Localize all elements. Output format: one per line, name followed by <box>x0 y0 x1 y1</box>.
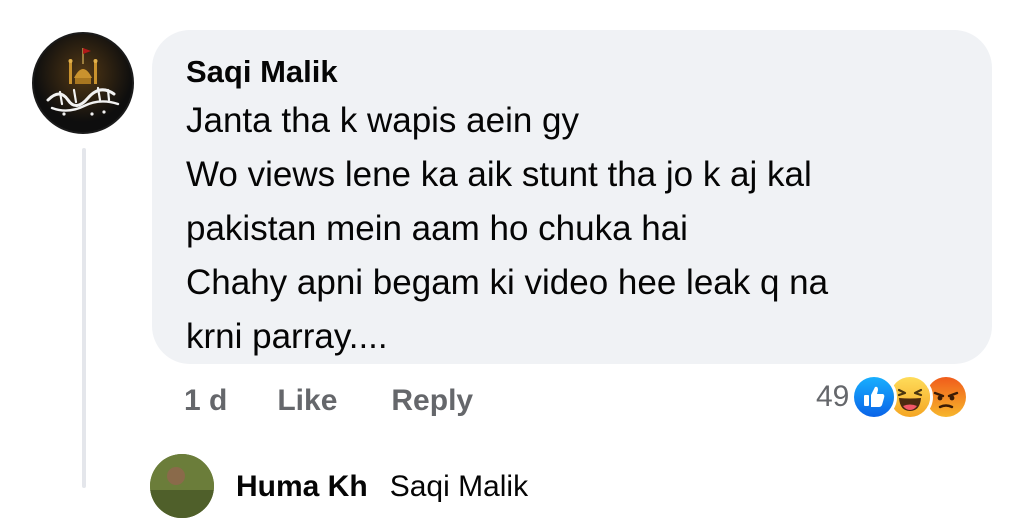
reply-avatar[interactable] <box>150 454 214 518</box>
comment-actions: 1 d Like Reply <box>184 380 473 422</box>
reactions-summary[interactable]: 49 <box>816 374 970 420</box>
thread-line <box>82 148 86 488</box>
calligraphy-shrine-icon <box>34 34 132 132</box>
comment-text-line: Janta tha k wapis aein gy <box>186 101 580 140</box>
comment-text-line: krni parray.... <box>186 317 388 356</box>
like-reaction-icon <box>851 374 898 420</box>
reply-mention[interactable]: Saqi Malik <box>390 470 528 504</box>
comment-author[interactable]: Saqi Malik <box>186 52 958 92</box>
comment-timestamp[interactable]: 1 d <box>184 384 227 418</box>
comment-text-line: pakistan mein aam ho chuka hai <box>186 209 688 248</box>
comment-text-line: Chahy apni begam ki video hee leak q na <box>186 263 829 302</box>
reply-button[interactable]: Reply <box>391 384 473 418</box>
reaction-count: 49 <box>816 380 850 413</box>
reply-author[interactable]: Huma Kh <box>236 470 368 504</box>
comment-text-line: Wo views lene ka aik stunt tha jo k aj k… <box>186 155 812 194</box>
avatar[interactable] <box>32 32 134 134</box>
reply-preview[interactable]: Huma Kh Saqi Malik <box>150 454 528 518</box>
comment-bubble: Saqi Malik Janta tha k wapis aein gy Wo … <box>152 30 992 364</box>
like-button[interactable]: Like <box>277 384 337 418</box>
